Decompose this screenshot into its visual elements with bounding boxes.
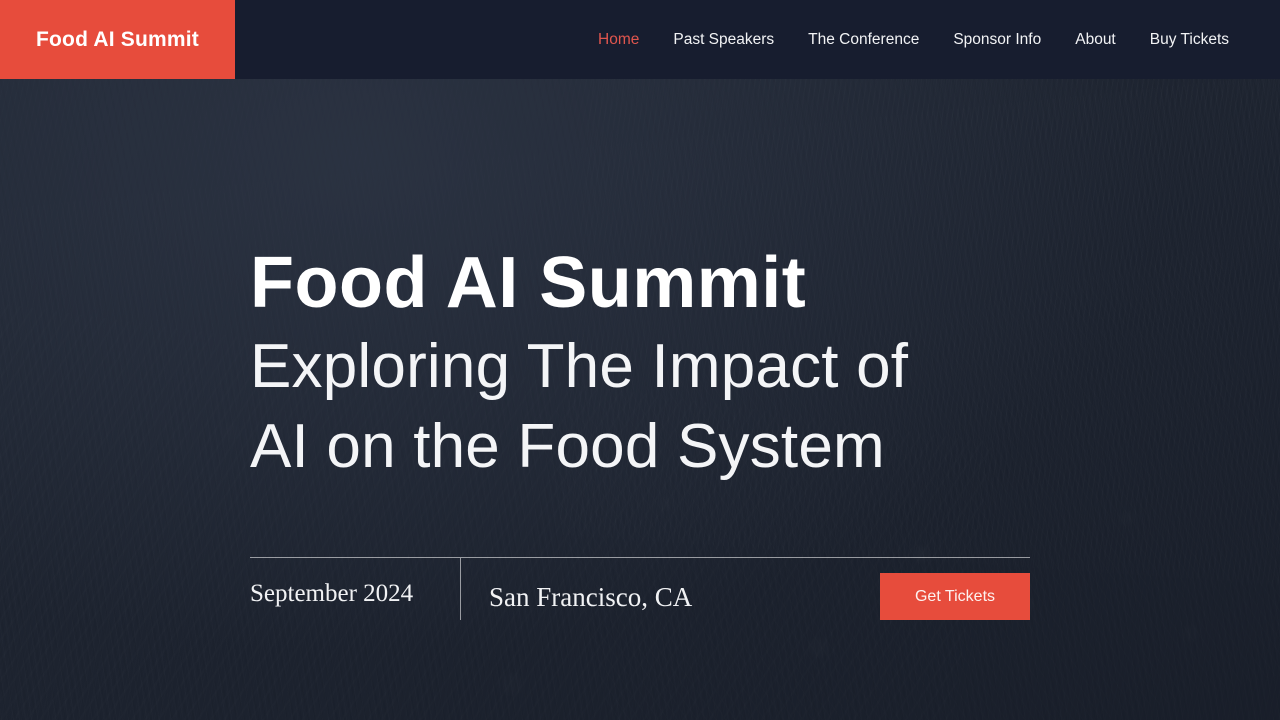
top-navigation-bar: Food AI Summit Home Past Speakers The Co… [0,0,1280,79]
brand-logo-block[interactable]: Food AI Summit [0,0,235,79]
get-tickets-button[interactable]: Get Tickets [880,573,1030,620]
meta-vertical-divider [460,558,461,620]
nav-item-home[interactable]: Home [581,0,656,79]
nav-item-the-conference[interactable]: The Conference [791,0,936,79]
nav-item-buy-tickets[interactable]: Buy Tickets [1133,0,1246,79]
nav-item-past-speakers[interactable]: Past Speakers [656,0,791,79]
hero-section: Food AI Summit Exploring The Impact of A… [0,0,1280,720]
nav-item-sponsor-info[interactable]: Sponsor Info [936,0,1058,79]
brand-logo-text: Food AI Summit [35,27,199,51]
hero-meta-row: September 2024 San Francisco, CA Get Tic… [250,558,1030,628]
main-navigation: Home Past Speakers The Conference Sponso… [235,0,1280,79]
page-root: Food AI Summit Home Past Speakers The Co… [0,0,1280,720]
hero-subtitle-line-2: AI on the Food System [250,412,885,482]
hero-subtitle: Exploring The Impact of AI on the Food S… [250,327,1040,487]
hero-subtitle-line-1: Exploring The Impact of [250,332,909,402]
hero-text-block: Food AI Summit Exploring The Impact of A… [250,245,1040,487]
event-location: San Francisco, CA [489,582,693,612]
hero-title: Food AI Summit [250,243,807,323]
nav-item-about[interactable]: About [1058,0,1133,79]
event-date: September 2024 [250,580,414,607]
